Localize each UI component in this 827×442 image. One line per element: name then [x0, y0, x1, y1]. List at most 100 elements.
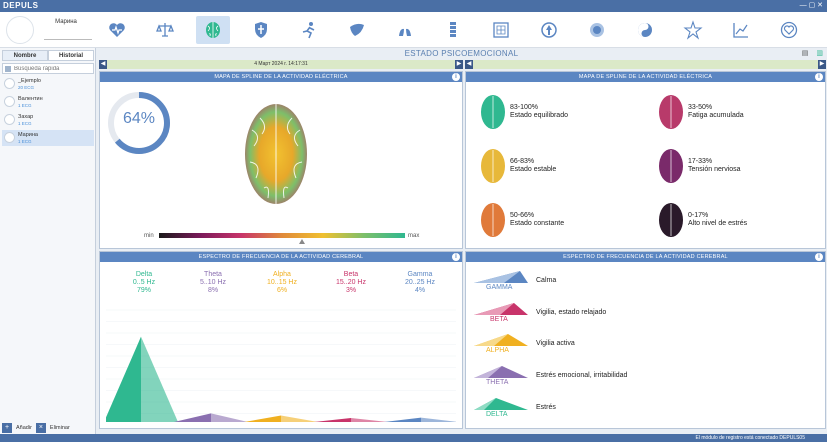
legend-brain-icon: [659, 149, 683, 183]
beta-wave-icon: [474, 303, 528, 315]
list-item[interactable]: _Ejemplo 20 ECG: [2, 76, 94, 92]
lungs-icon[interactable]: [388, 16, 422, 44]
legend-text: Tensión nerviosa: [688, 166, 741, 173]
legend-text: Fatiga acumulada: [688, 112, 744, 119]
panel-title: MAPA DE SPLINE DE LA ACTIVIDAD ELÉCTRICA: [578, 74, 713, 80]
spectrum-peak-shade-theta: [211, 413, 248, 422]
legend-range: 50-66%: [510, 212, 535, 219]
patient-ecg-count: 20 ECG: [18, 85, 35, 90]
chart-icon[interactable]: [724, 16, 758, 44]
prev-arrow-icon[interactable]: ◀: [465, 60, 473, 69]
yin-yang-icon[interactable]: [628, 16, 662, 44]
search-icon: [5, 66, 11, 72]
patient-avatar: [4, 114, 15, 125]
band-range: 10..15 Hz: [267, 279, 297, 286]
spectrum-peak-gamma: [384, 417, 421, 422]
band-range: 5..10 Hz: [199, 279, 227, 286]
window-controls[interactable]: — ▢ ✕: [800, 1, 823, 9]
wave-tag: DELTA: [486, 411, 508, 418]
app-logo: DEPULS: [3, 1, 39, 10]
band-name: Delta: [135, 271, 153, 278]
percent-value: 64%: [122, 110, 156, 127]
legend-item: 50-66% Estado constante: [480, 202, 564, 238]
panel-header: MAPA DE SPLINE DE LA ACTIVIDAD ELÉCTRICA…: [466, 72, 825, 82]
list-item[interactable]: Валентин 1 ECG: [2, 94, 94, 110]
patient-name: Захар: [18, 114, 34, 120]
status-message: El módulo de registro está conectado DEP…: [695, 435, 805, 441]
legend-brain-icon: [659, 95, 683, 129]
search-box: [2, 63, 94, 74]
patient-list: _Ejemplo 20 ECG Валентин 1 ECG Захар 1 E…: [2, 76, 94, 148]
band-name: Gamma: [407, 271, 433, 278]
color-scale: [159, 233, 405, 238]
panel-header: ESPECTRO DE FRECUENCIA DE LA ACTIVIDAD C…: [466, 252, 825, 262]
band-delta: Delta 0..5 Hz 79%: [114, 271, 174, 295]
star-icon[interactable]: [676, 16, 710, 44]
print-icon[interactable]: ▤: [802, 50, 809, 57]
panel-header: ESPECTRO DE FRECUENCIA DE LA ACTIVIDAD C…: [100, 252, 462, 262]
patient-ecg-count: 1 ECG: [18, 103, 32, 108]
heart-badge-icon[interactable]: [772, 16, 806, 44]
legend-brain-icon: [481, 203, 505, 237]
tab-historial[interactable]: Historial: [48, 50, 94, 61]
stomach-icon[interactable]: [484, 16, 518, 44]
frequency-spectrum-panel: ESPECTRO DE FRECUENCIA DE LA ACTIVIDAD C…: [99, 251, 463, 429]
add-button[interactable]: Añadir: [14, 425, 34, 431]
record-date: 4 Март 2024 г. 14:17:31: [254, 61, 308, 67]
band-percent: 3%: [345, 287, 357, 294]
wave-legend-panel: ESPECTRO DE FRECUENCIA DE LA ACTIVIDAD C…: [465, 251, 826, 429]
spectrum-peak-shade-beta: [351, 418, 388, 422]
scales-icon[interactable]: [148, 16, 182, 44]
info-icon[interactable]: i: [452, 253, 460, 261]
wave-description: Vigilia activa: [536, 340, 575, 347]
next-arrow-icon[interactable]: ▶: [818, 60, 826, 69]
delete-button[interactable]: Eliminar: [48, 425, 72, 431]
next-arrow-icon[interactable]: ▶: [455, 60, 463, 69]
spectrum-peak-delta: [106, 336, 141, 422]
list-item[interactable]: Захар 1 ECG: [2, 112, 94, 128]
info-icon[interactable]: i: [815, 73, 823, 81]
liver-icon[interactable]: [340, 16, 374, 44]
avatar[interactable]: [6, 16, 34, 44]
gamma-wave-icon: [474, 271, 528, 283]
brain-icon[interactable]: [196, 16, 230, 44]
runner-icon[interactable]: [292, 16, 326, 44]
band-name: Theta: [204, 271, 222, 278]
scale-max-label: max: [408, 233, 420, 239]
title-bar: DEPULS — ▢ ✕: [0, 0, 827, 12]
trash-icon[interactable]: ×: [35, 423, 46, 433]
cell-icon[interactable]: [580, 16, 614, 44]
legend-text: Alto nivel de estrés: [688, 220, 748, 227]
spectrum-peak-shade-alpha: [281, 415, 318, 422]
band-range: 15..20 Hz: [336, 279, 366, 286]
compare-date-navigator: ◀ ▶: [465, 60, 826, 69]
spine-icon[interactable]: [436, 16, 470, 44]
tab-nombre[interactable]: Nombre: [2, 50, 48, 61]
band-name: Alpha: [273, 271, 291, 278]
search-input[interactable]: [14, 64, 92, 73]
book-icon[interactable]: ▥: [816, 50, 823, 57]
spectrum-peak-alpha: [244, 415, 281, 422]
immune-icon[interactable]: [532, 16, 566, 44]
profile-name: Марина: [55, 19, 77, 25]
wave-description: Estrés: [536, 404, 556, 411]
shield-icon[interactable]: [244, 16, 278, 44]
brain-map-image: [245, 104, 307, 204]
page-title: ESTADO PSICOEMOCIONAL: [404, 49, 519, 58]
panel-header: MAPA DE SPLINE DE LA ACTIVIDAD ELÉCTRICA…: [100, 72, 462, 82]
spectrum-chart: [106, 309, 456, 422]
profile-card: Марина: [0, 12, 96, 48]
patient-name: Марина: [18, 132, 38, 138]
list-item[interactable]: Марина 1 ECG: [2, 130, 94, 146]
add-user-icon[interactable]: +: [2, 423, 12, 433]
band-percent: 4%: [414, 287, 426, 294]
legend-brain-icon: [659, 203, 683, 237]
wave-tag: ALPHA: [486, 347, 509, 354]
band-name: Beta: [343, 271, 359, 278]
info-icon[interactable]: i: [815, 253, 823, 261]
legend-item: 83-100% Estado equilibrado: [480, 94, 568, 130]
heart-pulse-icon[interactable]: [100, 16, 134, 44]
wave-description: Estrés emocional, irritabilidad: [536, 372, 628, 379]
info-icon[interactable]: i: [452, 73, 460, 81]
patient-name: Валентин: [18, 96, 43, 102]
